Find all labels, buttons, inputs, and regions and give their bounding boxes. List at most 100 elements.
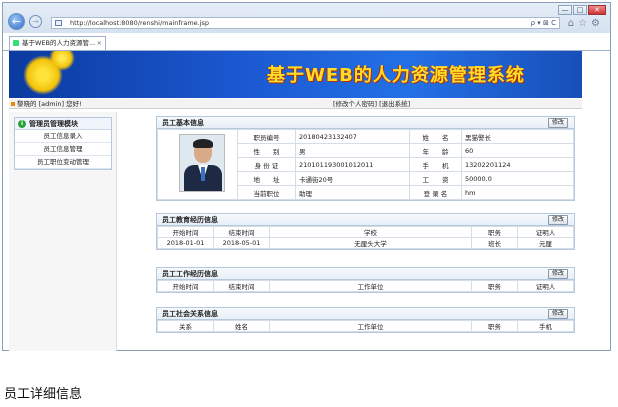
status-bar: 黎晓的 [admin] 您好! [修改个人密码] [退出系统] [9,99,582,109]
column-header: 结束时间 [213,226,270,238]
url-text: http://localhost:8080/renshi/mainframe.j… [70,19,210,27]
field-label: 地 址 [237,171,296,186]
field-label: 姓 名 [409,129,462,144]
welcome-label: 黎晓的 [admin] 您好! [17,100,82,108]
field-label: 性 别 [237,143,296,158]
column-header: 工作单位 [269,280,472,292]
table-header-row: 开始时间 结束时间 工作单位 职务 证明人 [157,280,574,292]
field-value: 男 [295,143,410,158]
address-tools[interactable]: ρ ▾ ⊠ C [531,18,556,28]
field-value: 助理 [295,185,410,200]
field-value: 50000.0 [461,171,574,186]
section-heading: 员工工作经历信息 修改 [157,268,574,280]
field-label: 手 机 [409,157,462,172]
tab-icon [13,40,19,46]
edit-button[interactable]: 修改 [548,118,568,128]
column-header: 学校 [269,226,472,238]
back-button[interactable]: ← [8,13,25,30]
column-header: 结束时间 [213,280,270,292]
column-header: 姓名 [213,320,270,332]
field-label: 职员编号 [237,129,296,144]
field-label: 登 录 名 [409,185,462,200]
tab-close-icon[interactable]: × [97,37,102,49]
sidebar-item-position-change[interactable]: 员工职位变动管理 [15,156,111,169]
tab-title: 基于WEB的人力资源管... [22,39,96,47]
table-cell: 2018-05-01 [213,237,270,249]
social-section: 员工社会关系信息 修改 关系 姓名 工作单位 职务 手机 [156,307,575,333]
sidebar-item-employee-entry[interactable]: 员工信息录入 [15,130,111,143]
section-heading: 员工基本信息 修改 [157,117,574,129]
info-icon: i [18,120,26,128]
figure-caption: 员工详细信息 [4,387,83,402]
table-cell: 2018-01-01 [157,237,214,249]
field-label: 当前职位 [237,185,296,200]
browser-toolbar: ← → http://localhost:8080/renshi/mainfra… [3,3,610,33]
column-header: 工作单位 [269,320,472,332]
table-cell: 班长 [471,237,518,249]
edit-button[interactable]: 修改 [548,215,568,225]
table-cell: 无厘头大学 [269,237,472,249]
sidebar-heading-label: 管理员管理模块 [29,120,78,128]
field-label: 身 份 证 [237,157,296,172]
window-controls: — □ ✕ [558,5,606,16]
basic-info-section: 员工基本信息 修改 职员编号 20180423132407 姓 名 黑猫警长 性… [156,116,575,201]
education-section: 员工教育经历信息 修改 开始时间 结束时间 学校 职务 证明人 2018-01-… [156,213,575,250]
table-header-row: 关系 姓名 工作单位 职务 手机 [157,320,574,332]
field-value: 卡通街20号 [295,171,410,186]
minimize-button[interactable]: — [558,5,572,15]
column-header: 开始时间 [157,226,214,238]
sidebar-heading: i 管理员管理模块 [15,118,111,130]
edit-button[interactable]: 修改 [548,309,568,319]
field-value: hm [461,185,574,200]
section-heading: 员工教育经历信息 修改 [157,214,574,226]
field-label: 年 龄 [409,143,462,158]
column-header: 证明人 [517,226,574,238]
photo-cell [157,129,238,200]
bullet-icon [11,102,15,106]
column-header: 职务 [471,226,518,238]
maximize-button[interactable]: □ [573,5,587,15]
edit-button[interactable]: 修改 [548,269,568,279]
column-header: 职务 [471,320,518,332]
basic-info-table: 职员编号 20180423132407 姓 名 黑猫警长 性 别 男 年 龄 6… [157,129,574,200]
table-header-row: 开始时间 结束时间 学校 职务 证明人 [157,226,574,238]
header-banner: 基于WEB的人力资源管理系统 [9,51,582,98]
field-value: 210101193001012011 [295,157,410,172]
field-value: 13202201124 [461,157,574,172]
address-bar[interactable]: http://localhost:8080/renshi/mainframe.j… [51,17,560,29]
sidebar-item-employee-manage[interactable]: 员工信息管理 [15,143,111,156]
column-header: 开始时间 [157,280,214,292]
table-cell: 元厘 [517,237,574,249]
browser-window: ← → http://localhost:8080/renshi/mainfra… [2,2,611,351]
system-title: 基于WEB的人力资源管理系统 [267,65,525,86]
section-title: 员工基本信息 [162,119,204,127]
field-value: 20180423132407 [295,129,410,144]
column-header: 手机 [517,320,574,332]
column-header: 职务 [471,280,518,292]
account-links[interactable]: [修改个人密码] [退出系统] [333,99,410,109]
sidebar-panel: i 管理员管理模块 员工信息录入 员工信息管理 员工职位变动管理 [14,117,112,170]
home-favorites-settings-icons[interactable]: ⌂☆⚙ [568,18,604,29]
page-icon [55,20,62,26]
section-title: 员工社会关系信息 [162,310,218,318]
employee-photo [179,134,225,192]
forward-button[interactable]: → [29,15,42,28]
work-section: 员工工作经历信息 修改 开始时间 结束时间 工作单位 职务 证明人 [156,267,575,293]
education-table: 开始时间 结束时间 学校 职务 证明人 2018-01-01 2018-05-0… [157,226,574,249]
table-row: 2018-01-01 2018-05-01 无厘头大学 班长 元厘 [157,237,574,249]
table-row: 职员编号 20180423132407 姓 名 黑猫警长 [157,129,574,200]
field-label: 工 资 [409,171,462,186]
sidebar: i 管理员管理模块 员工信息录入 员工信息管理 员工职位变动管理 [9,112,117,351]
field-value: 黑猫警长 [461,129,574,144]
section-title: 员工工作经历信息 [162,270,218,278]
page-content: 基于WEB的人力资源管理系统 黎晓的 [admin] 您好! [修改个人密码] … [3,50,610,351]
social-table: 关系 姓名 工作单位 职务 手机 [157,320,574,332]
column-header: 关系 [157,320,214,332]
work-table: 开始时间 结束时间 工作单位 职务 证明人 [157,280,574,292]
section-heading: 员工社会关系信息 修改 [157,308,574,320]
welcome-text: 黎晓的 [admin] 您好! [11,99,82,109]
dandelion-image [49,51,75,71]
field-value: 60 [461,143,574,158]
close-button[interactable]: ✕ [588,5,606,15]
browser-tab[interactable]: 基于WEB的人力资源管... × [9,36,106,50]
